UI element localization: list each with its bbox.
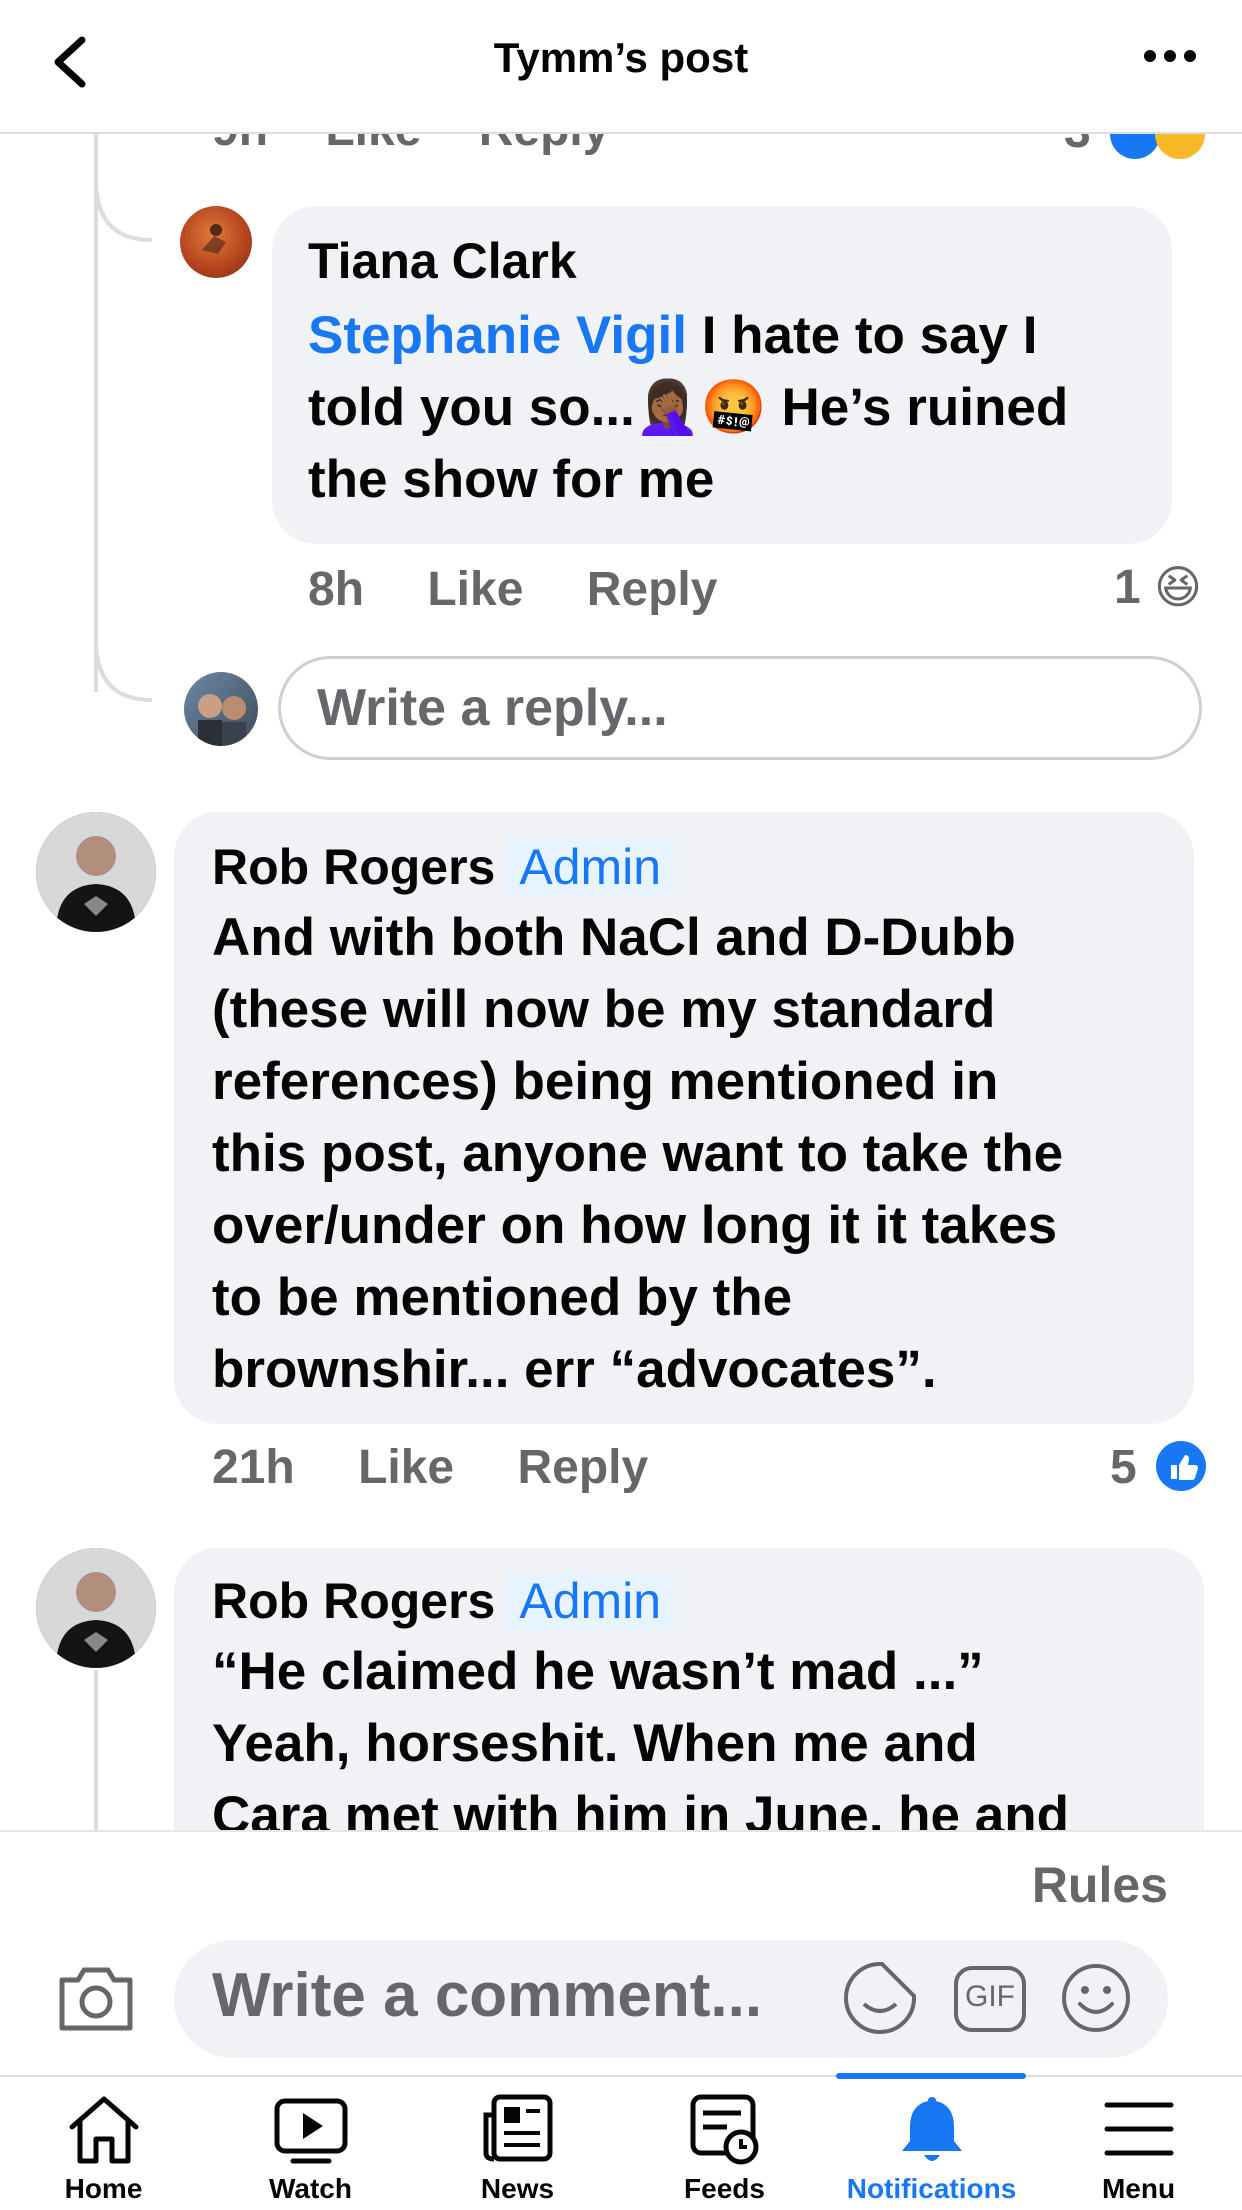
- reply-button[interactable]: Reply: [517, 1441, 648, 1494]
- comment-time: 8h: [308, 563, 365, 616]
- like-button[interactable]: Like: [358, 1441, 454, 1494]
- comment-text-line: references) being mentioned in: [212, 1052, 999, 1111]
- comment-text-line: “He claimed he wasn’t mad ...”: [212, 1642, 984, 1701]
- thread-connector: [94, 180, 153, 242]
- reaction-count: 5: [1110, 1441, 1137, 1494]
- avatar[interactable]: [36, 812, 156, 932]
- page-title: Tymm’s post: [493, 34, 749, 81]
- gif-button[interactable]: GIF: [952, 1964, 1028, 2034]
- comment-text: And with both NaCl and D-Dubb (these wil…: [212, 902, 1182, 1406]
- comment-text-line: over/under on how long it it takes: [212, 1196, 1058, 1255]
- tab-label: Menu: [1101, 2173, 1176, 2204]
- comment-text-line: Yeah, horseshit. When me and: [212, 1714, 978, 1773]
- tab-label: News: [480, 2173, 555, 2204]
- comment-input-placeholder: Write a comment...: [212, 1961, 763, 2030]
- comment-text: “He claimed he wasn’t mad ...” Yeah, hor…: [212, 1636, 1192, 1852]
- emoji-button[interactable]: [1060, 1962, 1132, 2034]
- comment-text-line: to be mentioned by the: [212, 1268, 793, 1327]
- avatar-people: [198, 694, 246, 746]
- tab-label: Home: [64, 2173, 143, 2204]
- comment-author[interactable]: Rob Rogers: [212, 839, 495, 895]
- comment-author[interactable]: Rob Rogers: [212, 1573, 495, 1629]
- more-options-button[interactable]: [1140, 36, 1200, 76]
- avatar[interactable]: [180, 206, 252, 278]
- comment-bubble[interactable]: Rob Rogers Admin And with both NaCl and D…: [174, 812, 1194, 1424]
- tab-menu[interactable]: Menu: [1035, 2077, 1242, 2210]
- comment-text-line: I hate to say I: [701, 306, 1038, 365]
- watch-icon: [274, 2098, 347, 2164]
- tab-label: Watch: [269, 2173, 352, 2204]
- reaction-summary[interactable]: 5: [1110, 1440, 1207, 1495]
- haha-reaction-icon: 😆: [1154, 561, 1203, 613]
- reply-button[interactable]: Reply: [587, 563, 718, 616]
- avatar[interactable]: [184, 672, 258, 746]
- tab-label: Notifications: [846, 2173, 1017, 2204]
- top-bar: Tymm’s post: [0, 0, 1242, 134]
- emoji-icon: [1062, 1964, 1130, 2032]
- admin-badge: Admin: [505, 1572, 676, 1630]
- thread-connector: [94, 640, 153, 702]
- sticker-button[interactable]: [842, 1960, 918, 2036]
- tab-feeds[interactable]: Feeds: [621, 2077, 828, 2210]
- comment-actions: 21h Like Reply: [212, 1440, 698, 1495]
- bell-icon: [901, 2097, 962, 2161]
- reply-input[interactable]: Write a reply...: [278, 656, 1202, 760]
- avatar[interactable]: [36, 1548, 156, 1668]
- news-icon: [483, 2094, 552, 2162]
- comment-text-line: the show for me: [308, 450, 715, 509]
- comment-text-line: this post, anyone want to take the: [212, 1124, 1064, 1183]
- reaction-summary[interactable]: 1 😆: [1114, 560, 1202, 615]
- bottom-tab-bar: Home Watch News Feeds Notifications Menu: [0, 2075, 1242, 2210]
- comment-text-line: (these will now be my standard: [212, 980, 996, 1039]
- comment-time: 21h: [212, 1441, 295, 1494]
- feeds-icon: [690, 2094, 758, 2165]
- admin-badge: Admin: [505, 838, 676, 896]
- more-dots-icon: [1144, 50, 1196, 62]
- comment-text: Stephanie Vigil I hate to say I told you…: [308, 300, 1158, 516]
- tab-notifications[interactable]: Notifications: [828, 2077, 1035, 2210]
- comment-text-line: told you so...🤦🏾‍♀️🤬 He’s ruined: [308, 378, 1069, 437]
- active-tab-indicator: [836, 2073, 1026, 2079]
- camera-icon: [59, 1967, 133, 2031]
- comment-actions: 8h Like Reply: [308, 562, 767, 617]
- tab-watch[interactable]: Watch: [207, 2077, 414, 2210]
- like-button[interactable]: Like: [427, 563, 523, 616]
- menu-icon: [1104, 2102, 1173, 2156]
- thread-line: [94, 1670, 98, 1830]
- comment-author-row: Rob Rogers Admin: [212, 1572, 676, 1630]
- avatar-person: [36, 812, 156, 932]
- comment-author[interactable]: Tiana Clark: [308, 232, 577, 290]
- tab-home[interactable]: Home: [0, 2077, 207, 2210]
- like-reaction-icon: [1156, 1441, 1207, 1492]
- home-icon: [69, 2096, 138, 2164]
- comment-bubble[interactable]: Tiana Clark Stephanie Vigil I hate to sa…: [272, 206, 1172, 544]
- comment-text-line: brownshir... err “advocates”.: [212, 1340, 937, 1399]
- rules-link[interactable]: Rules: [1032, 1856, 1168, 1914]
- tab-news[interactable]: News: [414, 2077, 621, 2210]
- comment-text-line: And with both NaCl and D-Dubb: [212, 908, 1016, 967]
- comment-author-row: Rob Rogers Admin: [212, 838, 676, 896]
- mention-link[interactable]: Stephanie Vigil: [308, 306, 687, 365]
- camera-button[interactable]: [56, 1962, 136, 2034]
- reaction-count: 1: [1114, 561, 1141, 614]
- sticker-icon: [844, 1962, 916, 2034]
- gif-label: GIF: [965, 1980, 1015, 2013]
- avatar-figure: [202, 224, 226, 254]
- tab-label: Feeds: [684, 2173, 765, 2204]
- avatar-person: [36, 1548, 156, 1668]
